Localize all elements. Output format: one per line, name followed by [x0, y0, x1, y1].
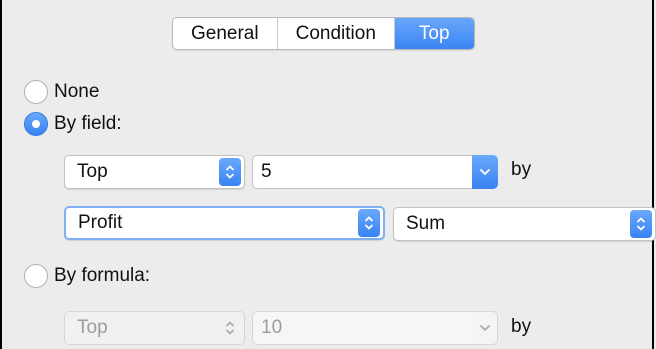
direction-value: Top: [77, 161, 108, 182]
by-field-label: By field:: [54, 113, 122, 134]
dialog-panel: General Condition Top None By field: Top…: [0, 0, 656, 349]
chevron-down-icon[interactable]: [472, 155, 498, 189]
by-label: by: [511, 159, 532, 180]
option-none[interactable]: None: [24, 80, 99, 104]
aggregation-popup[interactable]: Sum: [393, 207, 656, 241]
option-by-formula[interactable]: By formula:: [24, 264, 150, 288]
none-radio[interactable]: [24, 80, 48, 104]
none-label: None: [54, 81, 100, 102]
direction-popup[interactable]: Top: [64, 155, 245, 189]
up-down-arrows-icon: [219, 158, 241, 186]
aggregation-value: Sum: [406, 213, 446, 234]
tab-bar: General Condition Top: [172, 17, 475, 50]
field-value: Profit: [78, 212, 123, 233]
count-input[interactable]: 5: [252, 155, 472, 189]
tab-top[interactable]: Top: [394, 18, 474, 49]
formula-count-input[interactable]: 10: [252, 311, 472, 345]
formula-direction-popup[interactable]: Top: [64, 311, 245, 345]
option-by-field[interactable]: By field:: [24, 112, 122, 136]
up-down-arrows-icon: [219, 314, 241, 342]
formula-by-label: by: [511, 316, 532, 337]
field-popup[interactable]: Profit: [64, 206, 385, 240]
tab-condition[interactable]: Condition: [278, 18, 395, 49]
up-down-arrows-icon: [630, 210, 652, 238]
by-formula-radio[interactable]: [24, 264, 48, 288]
by-formula-label: By formula:: [54, 265, 151, 286]
up-down-arrows-icon: [358, 209, 380, 237]
formula-direction-value: Top: [77, 317, 108, 338]
by-field-radio[interactable]: [24, 112, 48, 136]
chevron-down-icon[interactable]: [472, 311, 498, 345]
tab-general[interactable]: General: [173, 18, 278, 49]
